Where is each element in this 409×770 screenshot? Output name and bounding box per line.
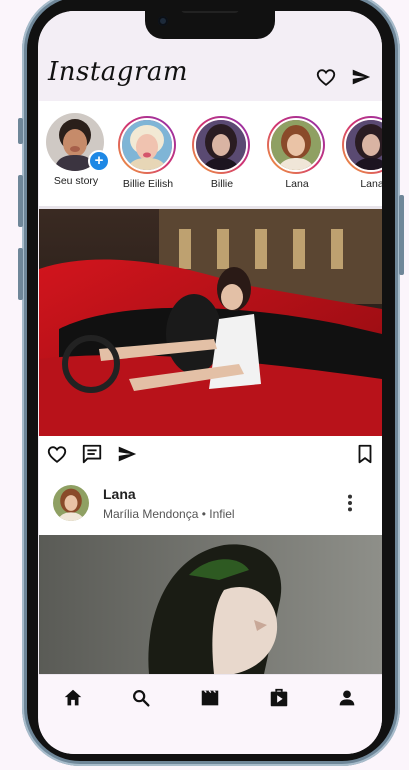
story-avatar <box>269 118 323 172</box>
power-button <box>399 195 404 275</box>
send-icon[interactable] <box>350 66 372 88</box>
notch <box>145 11 275 39</box>
story-label: Billie Eilish <box>122 178 174 190</box>
post-avatar[interactable] <box>53 485 89 521</box>
stories-row: + Seu story Billie Eilish Billie Lana La… <box>39 101 382 206</box>
story-ring <box>342 116 382 174</box>
story-avatar <box>344 118 382 172</box>
story-billie-eilish[interactable]: Billie Eilish <box>118 116 178 190</box>
story-ring <box>267 116 325 174</box>
post-photo-portrait <box>39 535 382 674</box>
volume-up-button <box>18 175 23 227</box>
story-label: Lana <box>285 178 309 190</box>
shop-icon[interactable] <box>268 687 290 709</box>
instagram-logo[interactable]: Instagram <box>48 57 188 87</box>
bookmark-icon[interactable] <box>354 443 376 465</box>
avatar-image <box>122 120 172 170</box>
story-ring <box>118 116 176 174</box>
avatar-image <box>196 120 246 170</box>
post-image-2[interactable] <box>39 535 382 674</box>
like-heart-icon[interactable] <box>46 443 68 465</box>
post-image[interactable] <box>39 209 382 436</box>
phone-screen: Instagram + Seu story Billie Eilish Bill… <box>38 11 382 754</box>
story-lana[interactable]: Lana <box>267 116 327 190</box>
app-content: Instagram + Seu story Billie Eilish Bill… <box>39 11 382 754</box>
story-lana-2[interactable]: Lana <box>342 116 382 190</box>
avatar-image <box>346 120 382 170</box>
story-own[interactable]: + Seu story <box>46 113 110 187</box>
post-photo-car <box>39 209 382 436</box>
heart-icon[interactable] <box>315 66 337 88</box>
post-header: Lana Marília Mendonça • Infiel <box>39 472 382 535</box>
front-camera <box>158 16 168 26</box>
silent-switch <box>18 118 23 144</box>
story-label: Seu story <box>53 175 99 187</box>
reels-icon[interactable] <box>199 687 221 709</box>
post-audio-subtitle[interactable]: Marília Mendonça • Infiel <box>103 507 235 521</box>
speaker <box>181 11 239 13</box>
post-username[interactable]: Lana <box>103 486 136 502</box>
story-label: Lana <box>360 178 382 190</box>
comment-icon[interactable] <box>81 443 103 465</box>
search-icon[interactable] <box>130 687 152 709</box>
add-story-icon[interactable]: + <box>88 150 110 172</box>
system-bottom-area <box>39 720 382 754</box>
home-icon[interactable] <box>62 687 84 709</box>
avatar-image <box>53 485 89 521</box>
more-options-icon[interactable] <box>339 492 361 514</box>
volume-down-button <box>18 248 23 300</box>
profile-icon[interactable] <box>336 687 358 709</box>
story-avatar <box>194 118 248 172</box>
post-actions <box>39 436 382 472</box>
story-avatar <box>120 118 174 172</box>
story-ring <box>192 116 250 174</box>
bottom-navigation <box>39 674 382 721</box>
story-label: Billie <box>210 178 234 190</box>
story-billie[interactable]: Billie <box>192 116 252 190</box>
avatar-image <box>271 120 321 170</box>
share-send-icon[interactable] <box>116 443 138 465</box>
